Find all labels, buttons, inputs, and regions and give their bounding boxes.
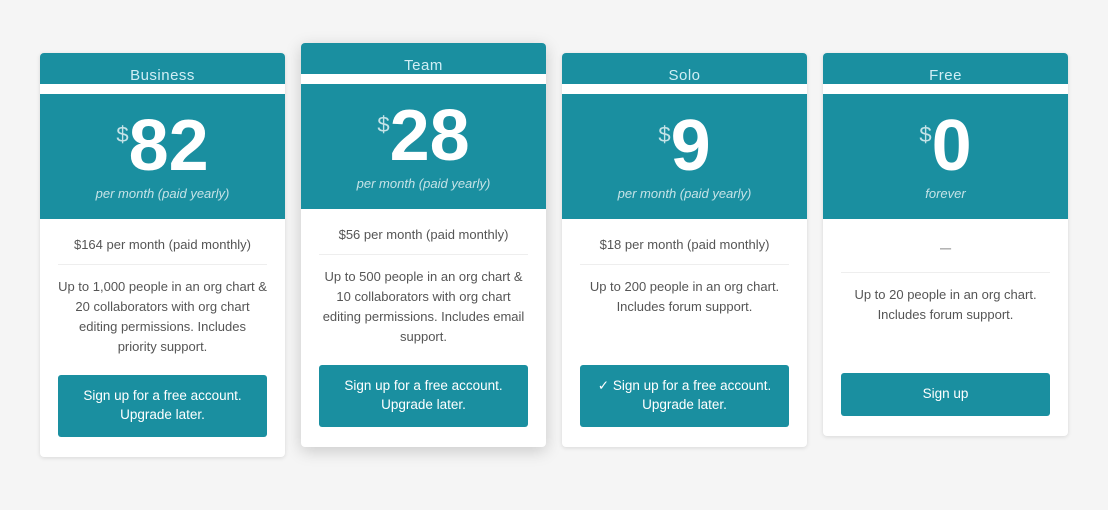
plan-card-business: Business $ 82 per month (paid yearly) $1… [40, 53, 285, 457]
plan-period-business: per month (paid yearly) [50, 186, 275, 201]
plan-monthly-team: $56 per month (paid monthly) [319, 227, 528, 255]
plan-currency-solo: $ [658, 122, 670, 148]
plan-body-free: – Up to 20 people in an org chart. Inclu… [823, 219, 1068, 436]
plan-period-free: forever [833, 186, 1058, 201]
plan-header-free: Free [823, 53, 1068, 84]
plan-description-business: Up to 1,000 people in an org chart & 20 … [58, 277, 267, 358]
plan-amount-team: 28 [390, 100, 470, 172]
plan-header-business: Business [40, 53, 285, 84]
plan-body-business: $164 per month (paid monthly) Up to 1,00… [40, 219, 285, 457]
plan-period-solo: per month (paid yearly) [572, 186, 797, 201]
plan-name-solo: Solo [572, 67, 797, 84]
plan-price-row-free: $ 0 [833, 110, 1058, 182]
plan-header-team: Team [301, 43, 546, 74]
plan-card-free: Free $ 0 forever – Up to 20 people in an… [823, 53, 1068, 436]
plan-currency-free: $ [919, 122, 931, 148]
plan-price-row-business: $ 82 [50, 110, 275, 182]
plan-dash-free: – [841, 237, 1050, 273]
plan-body-solo: $18 per month (paid monthly) Up to 200 p… [562, 219, 807, 447]
plan-card-solo: Solo $ 9 per month (paid yearly) $18 per… [562, 53, 807, 447]
plan-price-area-team: $ 28 per month (paid yearly) [301, 84, 546, 209]
plan-price-row-team: $ 28 [311, 100, 536, 172]
plan-price-area-business: $ 82 per month (paid yearly) [40, 94, 285, 219]
plan-price-area-solo: $ 9 per month (paid yearly) [562, 94, 807, 219]
pricing-container: Business $ 82 per month (paid yearly) $1… [16, 29, 1092, 481]
plan-description-team: Up to 500 people in an org chart & 10 co… [319, 267, 528, 348]
plan-cta-business[interactable]: Sign up for a free account.Upgrade later… [58, 375, 267, 437]
plan-description-solo: Up to 200 people in an org chart. Includ… [580, 277, 789, 347]
plan-description-free: Up to 20 people in an org chart. Include… [841, 285, 1050, 355]
plan-name-team: Team [311, 57, 536, 74]
plan-cta-team[interactable]: Sign up for a free account.Upgrade later… [319, 365, 528, 427]
plan-header-solo: Solo [562, 53, 807, 84]
plan-monthly-solo: $18 per month (paid monthly) [580, 237, 789, 265]
plan-name-business: Business [50, 67, 275, 84]
plan-price-row-solo: $ 9 [572, 110, 797, 182]
plan-name-free: Free [833, 67, 1058, 84]
plan-price-area-free: $ 0 forever [823, 94, 1068, 219]
plan-amount-business: 82 [129, 110, 209, 182]
plan-period-team: per month (paid yearly) [311, 176, 536, 191]
plan-monthly-business: $164 per month (paid monthly) [58, 237, 267, 265]
plan-currency-team: $ [377, 112, 389, 138]
plan-amount-solo: 9 [671, 110, 711, 182]
plan-cta-free[interactable]: Sign up [841, 373, 1050, 416]
plan-cta-solo[interactable]: Sign up for a free account.Upgrade later… [580, 365, 789, 427]
plan-currency-business: $ [116, 122, 128, 148]
plan-card-team: Team $ 28 per month (paid yearly) $56 pe… [301, 43, 546, 447]
plan-amount-free: 0 [932, 110, 972, 182]
plan-body-team: $56 per month (paid monthly) Up to 500 p… [301, 209, 546, 447]
